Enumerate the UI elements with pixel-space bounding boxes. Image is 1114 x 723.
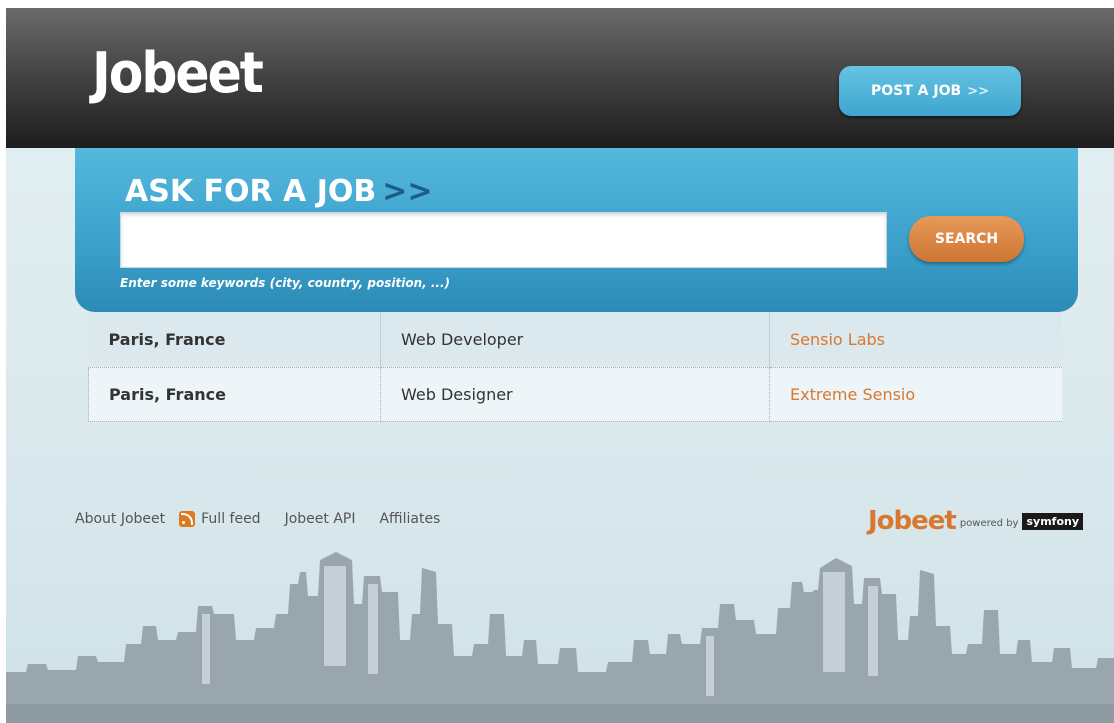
post-a-job-label: POST A JOB: [871, 83, 962, 99]
jobs-table: Paris, France Web Developer Sensio Labs …: [88, 312, 1062, 422]
job-location[interactable]: Paris, France: [88, 312, 381, 368]
powered-by-text: powered by: [959, 518, 1019, 529]
search-title-text: ASK FOR A JOB: [125, 174, 377, 209]
table-row[interactable]: Paris, France Web Designer Extreme Sensi…: [88, 367, 1062, 422]
search-input[interactable]: [120, 212, 887, 268]
jobeet-logo[interactable]: Jobeet: [92, 46, 264, 102]
jobeet-api-link[interactable]: Jobeet API: [285, 511, 356, 527]
symfony-logo: symfony: [1022, 513, 1084, 530]
header-bar: Jobeet POST A JOB >>: [6, 8, 1114, 148]
full-feed-link[interactable]: Full feed: [201, 511, 260, 527]
affiliates-link[interactable]: Affiliates: [379, 511, 440, 527]
job-company[interactable]: Extreme Sensio: [769, 367, 1062, 422]
search-help-text: Enter some keywords (city, country, posi…: [120, 276, 451, 290]
table-row[interactable]: Paris, France Web Developer Sensio Labs: [88, 312, 1062, 368]
rss-feed-icon[interactable]: [179, 511, 196, 527]
about-jobeet-link[interactable]: About Jobeet: [75, 511, 165, 527]
job-position[interactable]: Web Developer: [380, 312, 770, 368]
page: Jobeet POST A JOB >> ASK FOR A JOB >> SEA…: [6, 8, 1114, 723]
search-panel: ASK FOR A JOB >> SEARCH Enter some keywor…: [75, 148, 1078, 312]
search-button[interactable]: SEARCH: [909, 216, 1024, 262]
job-position[interactable]: Web Designer: [380, 367, 770, 422]
powered-by-badge[interactable]: Jobeet powered by symfony: [868, 506, 1084, 536]
job-company[interactable]: Sensio Labs: [769, 312, 1062, 368]
double-chevron-right-icon: >>: [382, 174, 433, 209]
search-title: ASK FOR A JOB >>: [125, 174, 433, 209]
footer-links: About Jobeet Full feed Jobeet API Affili…: [75, 511, 440, 527]
post-a-job-button[interactable]: POST A JOB >>: [839, 66, 1021, 116]
job-location[interactable]: Paris, France: [88, 367, 381, 422]
footer-jobeet-logo: Jobeet: [868, 506, 957, 536]
double-chevron-right-icon: >>: [967, 83, 989, 99]
city-skyline-illustration: [6, 552, 1114, 723]
